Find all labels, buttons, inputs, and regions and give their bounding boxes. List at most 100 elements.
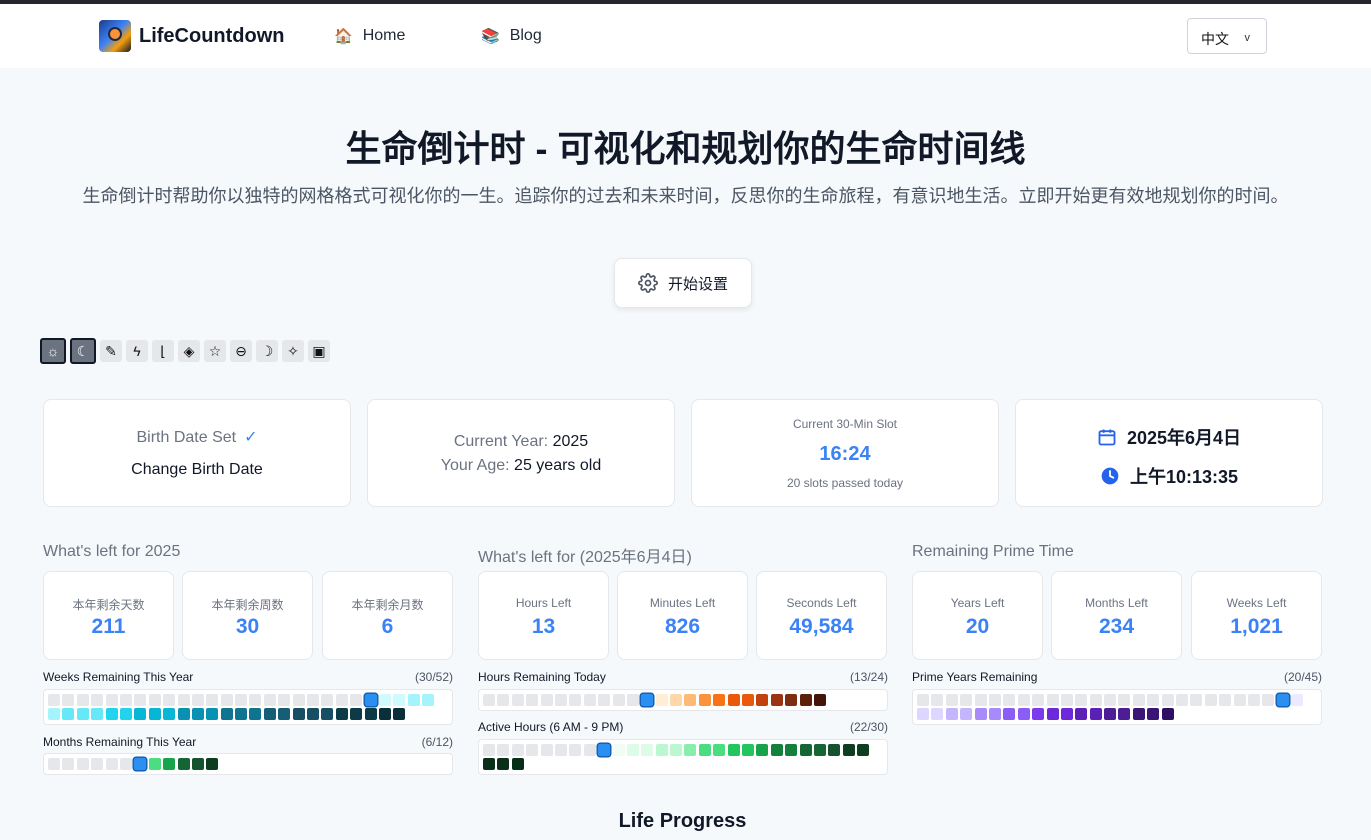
birth-date-card: Birth Date Set ✓ Change Birth Date bbox=[43, 399, 351, 507]
weeks-cell-remaining bbox=[292, 708, 305, 721]
prime-cell-remaining bbox=[988, 708, 1001, 721]
prime-cell-passed bbox=[1147, 694, 1160, 706]
prime-cell-remaining bbox=[1046, 708, 1059, 721]
weeks-cell-remaining bbox=[364, 708, 377, 721]
age-value: 25 years old bbox=[514, 457, 602, 474]
active-cell-remaining bbox=[612, 744, 625, 756]
hours-cell-current bbox=[639, 692, 655, 708]
prime-cell-passed bbox=[1104, 694, 1117, 706]
months-grid-header: Months Remaining This Year (6/12) bbox=[43, 735, 453, 749]
weeks-cell-passed bbox=[119, 694, 132, 706]
prime-cell-passed bbox=[1118, 694, 1131, 706]
prime-section-title: Remaining Prime Time bbox=[912, 543, 1074, 560]
change-birth-date-button[interactable]: Change Birth Date bbox=[44, 461, 350, 479]
weeks-cell-passed bbox=[220, 694, 233, 706]
nav-blog-label: Blog bbox=[509, 27, 542, 44]
star-theme-icon[interactable]: ☆ bbox=[204, 340, 226, 362]
current-date: 2025年6月4日 bbox=[1126, 428, 1242, 448]
months-cell-passed bbox=[48, 758, 60, 770]
start-setup-button[interactable]: 开始设置 bbox=[614, 258, 752, 308]
hours-cell-remaining bbox=[698, 694, 711, 706]
minus-circle-theme-icon[interactable]: ⊖ bbox=[230, 340, 252, 362]
prime-cell-passed bbox=[1176, 694, 1189, 706]
weeks-grid bbox=[43, 689, 453, 725]
prime-grid-header: Prime Years Remaining (20/45) bbox=[912, 670, 1322, 684]
prime-cell-passed bbox=[1075, 694, 1088, 706]
active-cell-passed bbox=[483, 744, 495, 756]
prime-cell-passed bbox=[974, 694, 987, 706]
weeks-cell-passed bbox=[335, 694, 348, 706]
prime-cell-passed bbox=[1003, 694, 1016, 706]
hours-cell-passed bbox=[497, 694, 510, 706]
weeks-cell-passed bbox=[321, 694, 334, 706]
active-cell-remaining bbox=[770, 744, 783, 756]
nav-blog-link[interactable]: 📚 Blog bbox=[481, 27, 542, 45]
crescent-theme-icon[interactable]: ☽ bbox=[256, 340, 278, 362]
active-cell-remaining bbox=[641, 744, 654, 756]
weeks-cell-passed bbox=[263, 694, 276, 706]
hours-cell-remaining bbox=[670, 694, 683, 706]
current-year-card: Current Year: 2025 Your Age: 25 years ol… bbox=[367, 399, 675, 507]
language-value: 中文 bbox=[1201, 31, 1229, 47]
active-cell-remaining bbox=[857, 744, 870, 756]
prime-months-left-stat: Months Left 234 bbox=[1051, 571, 1182, 660]
weeks-cell-remaining bbox=[263, 708, 276, 721]
weeks-cell-remaining bbox=[378, 694, 391, 706]
weeks-cell-remaining bbox=[422, 694, 435, 706]
date-time-card: 2025年6月4日 上午10:13:35 bbox=[1015, 399, 1323, 507]
weeks-cell-remaining bbox=[163, 708, 176, 721]
active-cell-remaining bbox=[756, 744, 769, 756]
weeks-cell-remaining bbox=[278, 708, 291, 721]
brush-theme-icon[interactable]: ✎ bbox=[100, 340, 122, 362]
sparkles-theme-icon[interactable]: ✧ bbox=[282, 340, 304, 362]
weeks-cell-remaining bbox=[191, 708, 204, 721]
slot-label: Current 30-Min Slot bbox=[792, 417, 898, 431]
moon-theme-icon[interactable]: ☾ bbox=[70, 338, 96, 364]
weeks-grid-header: Weeks Remaining This Year (30/52) bbox=[43, 670, 453, 684]
prime-weeks-left-stat: Weeks Left 1,021 bbox=[1191, 571, 1322, 660]
active-grid-header: Active Hours (6 AM - 9 PM) (22/30) bbox=[478, 720, 888, 734]
sun-theme-icon[interactable]: ☼ bbox=[40, 338, 66, 364]
language-select[interactable]: 中文 v bbox=[1187, 18, 1267, 54]
minutes-left-stat: Minutes Left 826 bbox=[617, 571, 748, 660]
clock-icon bbox=[1101, 467, 1119, 485]
prime-cell-remaining bbox=[960, 708, 973, 721]
weeks-cell-remaining bbox=[350, 708, 363, 721]
prime-cell-passed bbox=[1233, 694, 1246, 706]
active-cell-remaining bbox=[828, 744, 841, 756]
feather-theme-icon[interactable]: ⌊ bbox=[152, 340, 174, 362]
active-cell-passed bbox=[569, 744, 582, 756]
ticket-theme-icon[interactable]: ◈ bbox=[178, 340, 200, 362]
weeks-cell-remaining bbox=[105, 708, 118, 721]
hours-cell-passed bbox=[554, 694, 567, 706]
weeks-cell-current bbox=[363, 692, 379, 708]
slot-time: 16:24 bbox=[819, 443, 871, 465]
nav-home-link[interactable]: 🏠 Home bbox=[334, 27, 405, 45]
prime-cell-passed bbox=[960, 694, 973, 706]
weeks-cell-remaining bbox=[235, 708, 248, 721]
seconds-left-stat: Seconds Left 49,584 bbox=[756, 571, 887, 660]
active-cell-passed bbox=[554, 744, 567, 756]
current-year-line: Current Year: 2025 bbox=[453, 433, 589, 450]
hours-cell-remaining bbox=[727, 694, 740, 706]
prime-cell-remaining bbox=[1003, 708, 1016, 721]
months-cell-passed bbox=[105, 758, 118, 770]
prime-cell-passed bbox=[1247, 694, 1260, 706]
weeks-cell-passed bbox=[249, 694, 262, 706]
weeks-cell-remaining bbox=[321, 708, 334, 721]
day-section-title: What's left for (2025年6月4日) bbox=[478, 549, 692, 566]
chip-theme-icon[interactable]: ▣ bbox=[308, 340, 330, 362]
prime-cell-remaining bbox=[1075, 708, 1088, 721]
prime-cell-passed bbox=[1017, 694, 1030, 706]
weeks-cell-passed bbox=[235, 694, 248, 706]
prime-cell-passed bbox=[1161, 694, 1174, 706]
prime-cell-remaining bbox=[1291, 694, 1304, 706]
brand-name[interactable]: LifeCountdown bbox=[139, 25, 285, 48]
age-line: Your Age: 25 years old bbox=[440, 457, 602, 474]
logo-icon[interactable] bbox=[99, 20, 131, 52]
current-time: 上午10:13:35 bbox=[1129, 467, 1239, 487]
lightning-theme-icon[interactable]: ϟ bbox=[126, 340, 148, 362]
weeks-cell-passed bbox=[177, 694, 190, 706]
prime-cell-remaining bbox=[1032, 708, 1045, 721]
weeks-cell-remaining bbox=[91, 708, 104, 721]
